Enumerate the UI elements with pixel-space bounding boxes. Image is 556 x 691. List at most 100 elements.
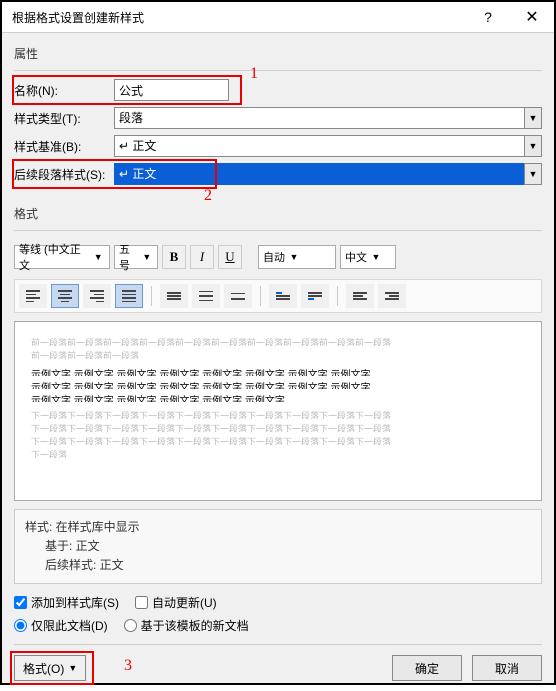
font-toolbar: 等线 (中文正文▼ 五号▼ B I U 自动▼ 中文▼ xyxy=(14,245,542,269)
style-type-value: 段落 xyxy=(114,107,524,129)
scope-radios: 仅限此文档(D) 基于该模板的新文档 xyxy=(14,617,542,634)
chevron-down-icon[interactable]: ▼ xyxy=(524,135,542,157)
chevron-down-icon[interactable]: ▼ xyxy=(524,163,542,185)
underline-button[interactable]: U xyxy=(218,245,242,269)
based-on-label: 样式基准(B): xyxy=(14,138,114,155)
style-description: 样式: 在样式库中显示 基于: 正文 后续样式: 正文 xyxy=(14,509,542,584)
paragraph-toolbar xyxy=(14,279,542,313)
para-space-icon xyxy=(308,292,322,300)
align-left-icon xyxy=(26,290,40,302)
format-button-label: 格式(O) xyxy=(23,660,64,677)
properties-section-label: 属性 xyxy=(14,45,542,62)
line-spacing-15-button[interactable] xyxy=(192,284,220,308)
separator xyxy=(151,286,152,306)
size-combo[interactable]: 五号▼ xyxy=(114,245,158,269)
desc-line: 基于: 正文 xyxy=(25,537,531,554)
preview-line: 下一段落下一段落下一段落下一段落下一段落下一段落下一段落下一段落下一段落下一段落 xyxy=(31,422,525,432)
preview-line: 下一段落下一段落下一段落下一段落下一段落下一段落下一段落下一段落下一段落下一段落 xyxy=(31,409,525,419)
chevron-down-icon: ▼ xyxy=(287,252,301,262)
increase-indent-button[interactable] xyxy=(378,284,406,308)
name-input[interactable] xyxy=(114,79,229,101)
font-combo[interactable]: 等线 (中文正文▼ xyxy=(14,245,110,269)
radio-label: 仅限此文档(D) xyxy=(31,617,108,634)
style-type-label: 样式类型(T): xyxy=(14,110,114,127)
divider xyxy=(14,230,542,231)
align-center-icon xyxy=(58,290,72,302)
spacing-icon xyxy=(231,293,245,300)
color-value: 自动 xyxy=(263,249,285,265)
template-radio[interactable]: 基于该模板的新文档 xyxy=(124,617,249,634)
style-type-combo[interactable]: 段落 ▼ xyxy=(114,107,542,129)
options-checkboxes: 添加到样式库(S) 自动更新(U) xyxy=(14,594,542,611)
dialog-footer: 格式(O) ▼ 3 确定 取消 xyxy=(14,644,542,681)
name-row: 名称(N): 1 xyxy=(14,79,542,101)
separator xyxy=(260,286,261,306)
add-to-gallery-input[interactable] xyxy=(14,596,27,609)
chevron-down-icon: ▼ xyxy=(141,252,153,262)
add-to-gallery-checkbox[interactable]: 添加到样式库(S) xyxy=(14,594,119,611)
next-style-label: 后续段落样式(S): xyxy=(14,166,114,183)
preview-line: 下一段落下一段落下一段落下一段落下一段落下一段落下一段落下一段落下一段落下一段落 xyxy=(31,435,525,445)
chevron-down-icon[interactable]: ▼ xyxy=(524,107,542,129)
para-space-icon xyxy=(276,292,290,300)
align-left-button[interactable] xyxy=(19,284,47,308)
color-combo[interactable]: 自动▼ xyxy=(258,245,336,269)
align-justify-button[interactable] xyxy=(115,284,143,308)
desc-line: 样式: 在样式库中显示 xyxy=(25,518,531,535)
preview-sample: 示例文字 示例文字 示例文字 示例文字 示例文字 示例文字 xyxy=(31,392,525,402)
italic-button[interactable]: I xyxy=(190,245,214,269)
format-dropdown-button[interactable]: 格式(O) ▼ xyxy=(14,655,86,681)
preview-pane: 前一段落前一段落前一段落前一段落前一段落前一段落前一段落前一段落前一段落前一段落… xyxy=(14,321,542,501)
spacing-icon xyxy=(167,292,181,300)
separator xyxy=(337,286,338,306)
checkbox-label: 添加到样式库(S) xyxy=(31,594,119,611)
chevron-down-icon: ▼ xyxy=(68,663,77,673)
line-spacing-2-button[interactable] xyxy=(224,284,252,308)
font-value: 等线 (中文正文 xyxy=(19,241,89,273)
align-center-button[interactable] xyxy=(51,284,79,308)
based-on-value: ↵ 正文 xyxy=(114,135,524,157)
auto-update-checkbox[interactable]: 自动更新(U) xyxy=(135,594,217,611)
align-right-icon xyxy=(90,290,104,302)
align-right-button[interactable] xyxy=(83,284,111,308)
line-spacing-1-button[interactable] xyxy=(160,284,188,308)
chevron-down-icon: ▼ xyxy=(91,252,105,262)
cancel-button[interactable]: 取消 xyxy=(472,655,542,681)
style-type-row: 样式类型(T): 段落 ▼ xyxy=(14,107,542,129)
script-combo[interactable]: 中文▼ xyxy=(340,245,396,269)
divider xyxy=(14,70,542,71)
desc-line: 后续样式: 正文 xyxy=(25,556,531,573)
next-style-combo[interactable]: ↵ 正文 ▼ xyxy=(114,163,542,185)
preview-sample: 示例文字 示例文字 示例文字 示例文字 示例文字 示例文字 示例文字 示例文字 xyxy=(31,379,525,389)
create-style-dialog: 根据格式设置创建新样式 ? ✕ 属性 名称(N): 1 样式类型(T): 段落 … xyxy=(0,0,556,685)
space-after-button[interactable] xyxy=(301,284,329,308)
size-value: 五号 xyxy=(119,241,139,273)
indent-right-icon xyxy=(385,292,399,300)
dialog-title: 根据格式设置创建新样式 xyxy=(12,9,466,26)
indent-left-icon xyxy=(353,292,367,300)
next-style-value: ↵ 正文 xyxy=(114,163,524,185)
this-doc-radio[interactable]: 仅限此文档(D) xyxy=(14,617,108,634)
annotation-3: 3 xyxy=(124,657,132,675)
decrease-indent-button[interactable] xyxy=(346,284,374,308)
based-on-combo[interactable]: ↵ 正文 ▼ xyxy=(114,135,542,157)
chevron-down-icon: ▼ xyxy=(369,252,383,262)
spacing-icon xyxy=(199,291,213,302)
checkbox-label: 自动更新(U) xyxy=(152,594,217,611)
ok-button[interactable]: 确定 xyxy=(392,655,462,681)
based-on-row: 样式基准(B): ↵ 正文 ▼ xyxy=(14,135,542,157)
auto-update-input[interactable] xyxy=(135,596,148,609)
bold-button[interactable]: B xyxy=(162,245,186,269)
format-section-label: 格式 xyxy=(14,205,542,222)
annotation-2: 2 xyxy=(204,187,212,205)
help-button[interactable]: ? xyxy=(466,2,510,32)
footer-buttons: 确定 取消 xyxy=(392,655,542,681)
close-button[interactable]: ✕ xyxy=(510,2,554,32)
space-before-button[interactable] xyxy=(269,284,297,308)
dialog-body: 属性 名称(N): 1 样式类型(T): 段落 ▼ 样式基准(B): ↵ 正文 … xyxy=(2,33,554,691)
script-value: 中文 xyxy=(345,249,367,265)
this-doc-input[interactable] xyxy=(14,619,27,632)
preview-line: 下一段落 xyxy=(31,448,525,458)
template-input[interactable] xyxy=(124,619,137,632)
next-style-row: 后续段落样式(S): ↵ 正文 ▼ 2 xyxy=(14,163,542,185)
